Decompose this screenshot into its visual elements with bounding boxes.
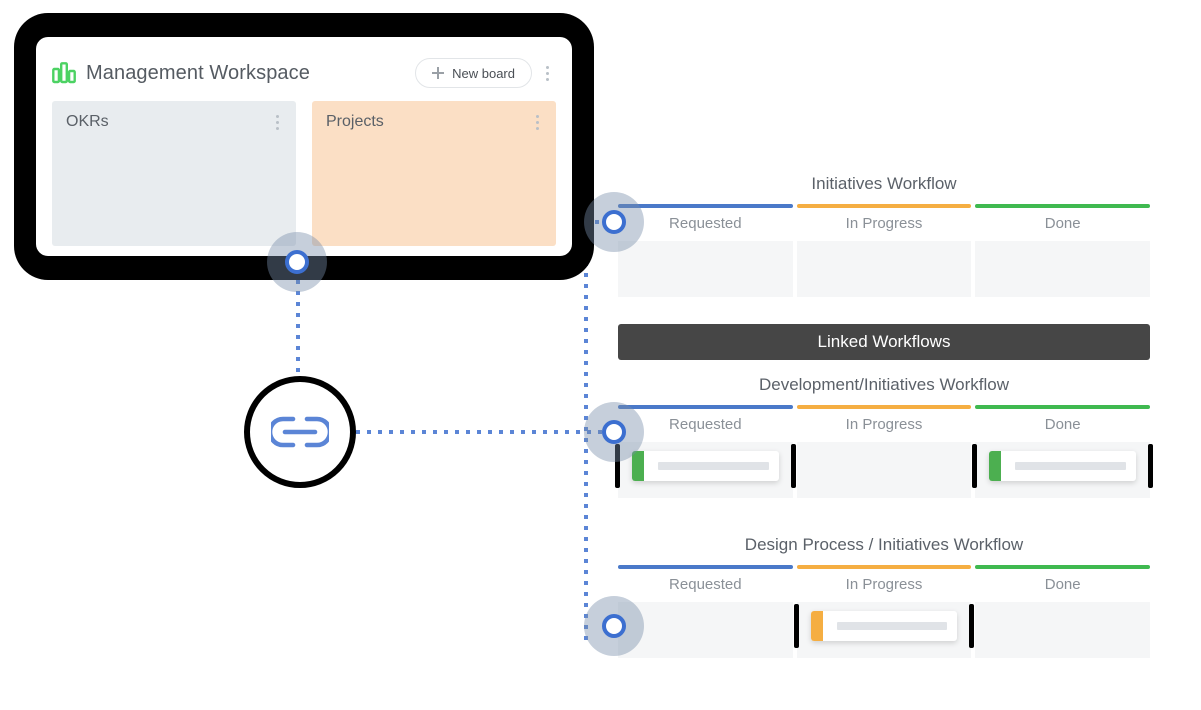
column-label: Done [1044,416,1081,433]
workspace-header: Management Workspace New board [52,51,556,95]
column-label: In Progress [845,215,923,232]
workflow-column-done[interactable]: Done [975,565,1151,658]
task-accent-bar [632,451,644,481]
workflow-columns: Requested In Progress Done [618,204,1151,297]
task-card[interactable] [810,611,958,641]
board-card-okrs[interactable]: OKRs [52,101,296,246]
column-label: In Progress [845,576,923,593]
column-edge-marker [793,604,799,648]
column-label: Requested [669,576,742,593]
workflow-initiatives: Initiatives Workflow Requested In Progre… [618,174,1151,297]
plus-icon [432,67,445,79]
column-label: Requested [669,416,742,433]
workflow-title: Development/Initiatives Workflow [758,375,1010,394]
connection-node-development-icon[interactable] [584,402,644,462]
board-card-projects[interactable]: Projects [312,101,556,246]
workflow-column-done[interactable]: Done [975,204,1151,297]
board-name: Projects [326,113,384,130]
linked-workflows-label: Linked Workflows [817,332,951,351]
link-chain-icon [271,416,329,448]
board-name: OKRs [66,113,109,130]
column-body[interactable] [796,442,972,498]
workspace-screen: Management Workspace New board OKRs Proj… [36,37,572,256]
new-board-label: New board [452,65,515,81]
column-body[interactable] [975,602,1151,658]
bar-chart-icon [52,62,76,84]
column-label: Done [1044,215,1081,232]
board-overflow-menu-icon[interactable] [528,111,546,133]
task-placeholder-line [1015,462,1127,470]
workflow-title: Initiatives Workflow [811,174,957,193]
column-label: Requested [669,215,742,232]
task-accent-bar [989,451,1002,481]
workflow-design-process-initiatives: Design Process / Initiatives Workflow Re… [618,535,1151,658]
workflow-development-initiatives: Development/Initiatives Workflow Request… [615,375,1154,498]
workflow-column-requested[interactable]: Requested [615,405,796,498]
workflow-column-in-progress[interactable]: In Progress [793,565,975,658]
task-placeholder-line [658,462,769,470]
link-badge[interactable] [244,376,356,488]
workspace-header-actions: New board [415,58,556,88]
column-body[interactable] [972,442,1154,498]
workflow-column-in-progress[interactable]: In Progress [796,204,972,297]
new-board-button[interactable]: New board [415,58,532,88]
column-body[interactable] [618,602,793,658]
workspace-overflow-menu-icon[interactable] [538,62,556,84]
task-card[interactable] [989,451,1137,481]
connector-line-link-to-right [356,430,614,434]
column-edge-marker [972,444,978,488]
workspace-title: Management Workspace [86,61,310,84]
workflow-columns: Requested In Progress Done [618,565,1151,658]
column-edge-marker [969,604,975,648]
column-edge-marker [790,444,796,488]
column-label: Done [1044,576,1081,593]
column-body[interactable] [615,442,796,498]
column-edge-marker [1148,444,1154,488]
workflow-title: Design Process / Initiatives Workflow [744,535,1024,554]
workflow-columns: Requested In Progress Done [615,405,1154,498]
diagram-canvas: Management Workspace New board OKRs Proj… [0,0,1201,710]
column-body[interactable] [793,602,975,658]
connection-node-design-icon[interactable] [584,596,644,656]
workflow-column-done[interactable]: Done [972,405,1154,498]
connection-node-initiatives-icon[interactable] [584,192,644,252]
task-accent-bar [810,611,823,641]
connection-node-tablet-icon[interactable] [267,232,327,292]
column-body[interactable] [618,241,793,297]
column-body[interactable] [975,241,1151,297]
board-list: OKRs Projects [52,101,556,246]
task-card[interactable] [632,451,779,481]
column-body[interactable] [796,241,972,297]
connector-line-tablet-vertical [296,280,300,390]
linked-workflows-banner: Linked Workflows [618,324,1150,360]
workflow-column-in-progress[interactable]: In Progress [796,405,972,498]
column-label: In Progress [845,416,923,433]
workflow-column-requested[interactable]: Requested [618,204,793,297]
board-overflow-menu-icon[interactable] [268,111,286,133]
task-placeholder-line [836,622,948,630]
workflow-column-requested[interactable]: Requested [618,565,793,658]
